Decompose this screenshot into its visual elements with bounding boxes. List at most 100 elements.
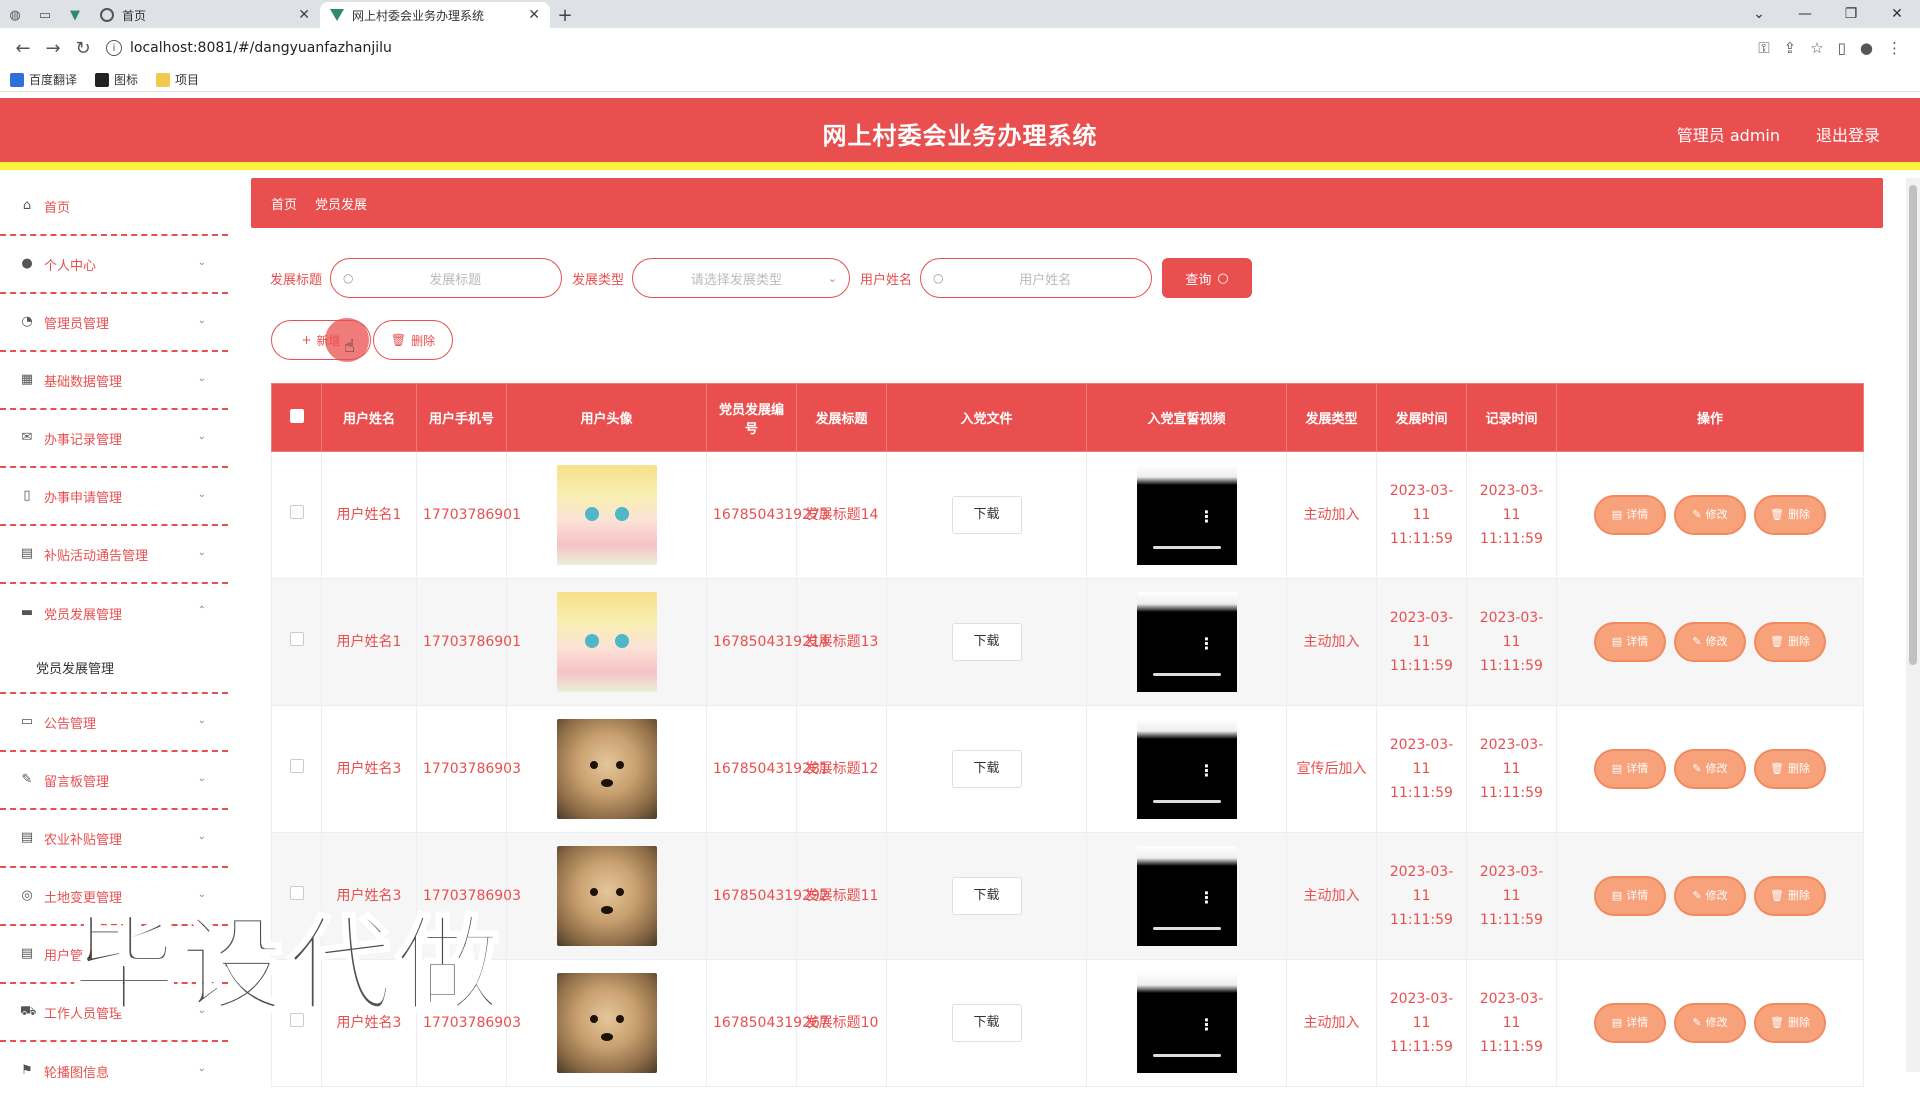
url-field[interactable]: i localhost:8081/#/dangyuanfazhanjilu [106, 33, 1758, 63]
tab-list-icon[interactable]: ⌄ [1736, 0, 1782, 28]
edit-button[interactable]: ✎ 修改 [1674, 622, 1746, 662]
video-player[interactable]: ⋮ [1136, 846, 1237, 946]
video-player[interactable]: ⋮ [1136, 973, 1237, 1073]
row-select-cell[interactable] [271, 578, 322, 706]
reload-icon[interactable]: ↻ [68, 33, 98, 63]
chevron-down-icon: ⌄ [197, 547, 206, 558]
star-icon[interactable]: ☆ [1810, 39, 1823, 57]
breadcrumb-home[interactable]: 首页 [271, 194, 297, 213]
video-progress-bar[interactable] [1152, 546, 1221, 549]
info-icon[interactable]: i [106, 40, 122, 56]
more-vertical-icon[interactable]: ⋮ [1199, 1013, 1215, 1037]
sidebar-item-profile[interactable]: ● 个人中心 ⌄ [0, 236, 228, 294]
new-tab-button[interactable]: + [550, 2, 580, 28]
cell-code: 1678504319267 [706, 959, 829, 1087]
sidepanel-icon[interactable]: ▯ [1838, 39, 1846, 57]
batch-delete-button[interactable]: 🗑 删除 [373, 320, 453, 360]
sidebar-item-basic-data[interactable]: ▦ 基础数据管理 ⌄ [0, 352, 228, 410]
globe-icon[interactable]: ◍ [0, 2, 30, 28]
sidebar-item-carousel[interactable]: ⚑ 轮播图信息 ⌄ [0, 1042, 228, 1100]
title-search-input[interactable]: ○ 发展标题 [330, 258, 563, 298]
chevron-down-icon: ⌄ [197, 315, 206, 326]
scrollbar-thumb[interactable] [1909, 185, 1917, 665]
more-vertical-icon[interactable]: ⋮ [1199, 505, 1215, 529]
detail-button[interactable]: ▤ 详情 [1594, 622, 1666, 662]
edit-button[interactable]: ✎ 修改 [1674, 1003, 1746, 1043]
more-vertical-icon[interactable]: ⋮ [1199, 886, 1215, 910]
edit-button[interactable]: ✎ 修改 [1674, 749, 1746, 789]
sidebar-item-applications[interactable]: ▯ 办事申请管理 ⌄ [0, 468, 228, 526]
sidebar-item-guestbook[interactable]: ✎ 留言板管理 ⌄ [0, 752, 228, 810]
column-header: 用户姓名 [321, 383, 417, 452]
row-select-cell[interactable] [271, 451, 322, 579]
bookmark-item[interactable]: 图标 [95, 71, 138, 88]
forward-icon[interactable]: → [38, 33, 68, 63]
detail-button[interactable]: ▤ 详情 [1594, 749, 1666, 789]
sidebar-item-subsidy-notice[interactable]: ▤ 补贴活动通告管理 ⌄ [0, 526, 228, 584]
video-progress-bar[interactable] [1152, 927, 1221, 930]
type-select[interactable]: 请选择发展类型 ⌄ [632, 258, 851, 298]
share-icon[interactable]: ⇪ [1784, 39, 1797, 57]
name-search-input[interactable]: ○ 用户姓名 [920, 258, 1153, 298]
close-icon[interactable]: ✕ [528, 7, 540, 23]
sidebar-item-party-dev[interactable]: ▬ 党员发展管理 ⌃ [0, 584, 228, 642]
more-vertical-icon[interactable]: ⋮ [1199, 759, 1215, 783]
video-player[interactable]: ⋮ [1136, 465, 1237, 565]
select-all-checkbox[interactable] [289, 408, 304, 423]
sidebar-item-home[interactable]: ⌂ 首页 [0, 178, 228, 236]
address-bar: ← → ↻ i localhost:8081/#/dangyuanfazhanj… [0, 28, 1920, 68]
back-icon[interactable]: ← [8, 33, 38, 63]
row-checkbox[interactable] [289, 632, 304, 646]
sidebar-item-notice[interactable]: ▭ 公告管理 ⌄ [0, 694, 228, 752]
detail-button[interactable]: ▤ 详情 [1594, 876, 1666, 916]
detail-button[interactable]: ▤ 详情 [1594, 495, 1666, 535]
video-progress-bar[interactable] [1152, 800, 1221, 803]
bookmark-item[interactable]: 百度翻译 [10, 71, 77, 88]
download-button[interactable]: 下载 [951, 1004, 1022, 1042]
edit-button[interactable]: ✎ 修改 [1674, 495, 1746, 535]
blank-tab-icon[interactable]: ▭ [30, 2, 60, 28]
bookmark-item[interactable]: 项目 [156, 71, 199, 88]
cell-rec-time: 2023-03-11 11:11:59 [1466, 959, 1557, 1087]
edit-label: 修改 [1705, 1016, 1728, 1029]
download-button[interactable]: 下载 [951, 623, 1022, 661]
tab-home[interactable]: 首页 ✕ [90, 2, 320, 28]
app-title: 网上村委会业务办理系统 [822, 122, 1098, 150]
delete-button[interactable]: 🗑 删除 [1754, 622, 1826, 662]
vue-tab-icon[interactable]: ▼ [60, 2, 90, 28]
delete-button[interactable]: 🗑 删除 [1754, 495, 1826, 535]
restore-icon[interactable]: ❐ [1828, 0, 1874, 28]
more-vertical-icon[interactable]: ⋮ [1199, 632, 1215, 656]
pen-icon: ✎ [21, 772, 33, 787]
select-all-header[interactable] [271, 383, 322, 452]
download-button[interactable]: 下载 [951, 496, 1022, 534]
video-progress-bar[interactable] [1152, 1054, 1221, 1057]
sidebar-subitem-party-dev[interactable]: 党员发展管理 [0, 642, 228, 694]
logout-link[interactable]: 退出登录 [1816, 122, 1880, 146]
delete-button[interactable]: 🗑 删除 [1754, 1003, 1826, 1043]
minimize-icon[interactable]: — [1782, 0, 1828, 28]
video-player[interactable]: ⋮ [1136, 592, 1237, 692]
close-icon[interactable]: ✕ [298, 7, 310, 23]
profile-icon[interactable]: ● [1860, 39, 1873, 57]
cell-video: ⋮ [1086, 832, 1287, 960]
tab-active[interactable]: 网上村委会业务办理系统 ✕ [320, 2, 550, 28]
video-progress-bar[interactable] [1152, 673, 1221, 676]
close-window-icon[interactable]: ✕ [1874, 0, 1920, 28]
download-button[interactable]: 下载 [951, 750, 1022, 788]
row-checkbox[interactable] [289, 505, 304, 519]
video-player[interactable]: ⋮ [1136, 719, 1237, 819]
sidebar-item-agri-subsidy[interactable]: ▤ 农业补贴管理 ⌄ [0, 810, 228, 868]
key-icon[interactable]: ⚿ [1758, 39, 1769, 57]
query-button[interactable]: 查询 ○ [1162, 258, 1253, 298]
sidebar-item-records[interactable]: ✉ 办事记录管理 ⌄ [0, 410, 228, 468]
download-button[interactable]: 下载 [951, 877, 1022, 915]
edit-button[interactable]: ✎ 修改 [1674, 876, 1746, 916]
sidebar-item-admin[interactable]: ◔ 管理员管理 ⌄ [0, 294, 228, 352]
detail-button[interactable]: ▤ 详情 [1594, 1003, 1666, 1043]
delete-button[interactable]: 🗑 删除 [1754, 876, 1826, 916]
menu-icon[interactable]: ⋮ [1887, 39, 1902, 57]
row-select-cell[interactable] [271, 705, 322, 833]
delete-button[interactable]: 🗑 删除 [1754, 749, 1826, 789]
row-checkbox[interactable] [289, 759, 304, 773]
